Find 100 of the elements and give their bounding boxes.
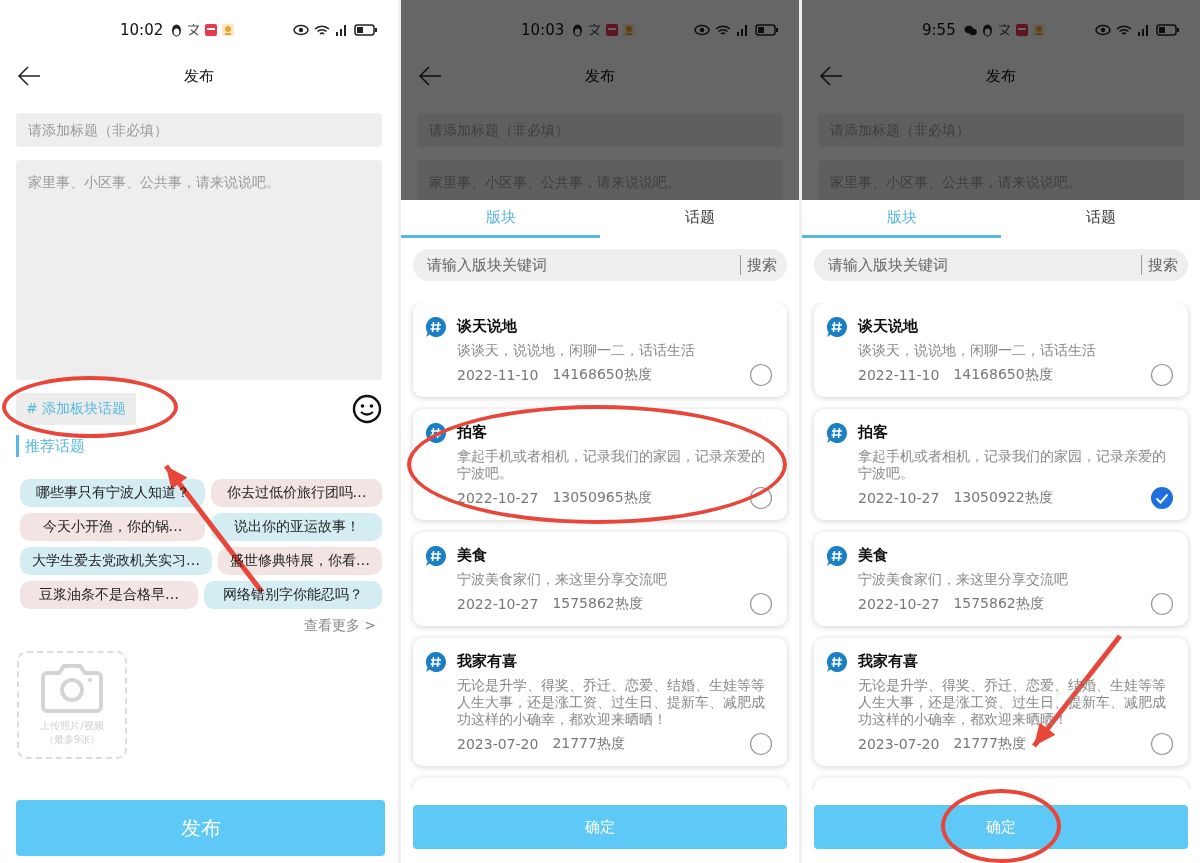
board-name: 我家有喜 [858,651,919,672]
board-date: 2022-11-10 [858,367,940,383]
hashtag-icon [826,545,848,567]
board-description: 谈谈天，说说地，闲聊一二，话话生活 [457,342,696,359]
hashtag-icon [425,651,447,673]
search-button[interactable]: 搜索 [1142,255,1188,275]
board-name: 拍客 [858,422,889,443]
topic-chip[interactable]: 豆浆油条不是合格早… [20,581,198,609]
board-heat: 21777热度 [953,735,1026,753]
mascot-app-icon [1032,24,1045,36]
hashtag-icon [826,422,848,444]
topic-chip[interactable]: 网络错别字你能忍吗？ [204,581,382,609]
board-date: 2023-07-20 [858,736,940,752]
signal-icon [736,24,750,36]
content-input-field[interactable]: 家里事、小区事、公共事，请来说说吧。 [16,160,382,380]
hashtag-icon [425,422,447,444]
hashtag-icon [826,316,848,338]
title-input-field[interactable]: 请添加标题（非必填） [16,113,382,147]
smiley-icon[interactable] [352,394,382,424]
board-heat: 1575862热度 [552,595,643,613]
status-time: 9:55 [922,21,956,39]
board-description: 宁波美食家们，来这里分享交流吧 [858,571,1069,588]
translate-icon [997,24,1011,36]
board-card[interactable]: 美食 宁波美食家们，来这里分享交流吧 2022-10-27 1575862热度 [413,532,787,626]
translate-icon [187,24,201,36]
board-name: 拍客 [457,422,488,443]
board-description: 宁波美食家们，来这里分享交流吧 [457,571,668,588]
board-card[interactable]: 拍客 拿起手机或者相机，记录我们的家园，记录亲爱的宁波吧。 2022-10-27 13050965热度 [413,409,787,520]
eye-icon [1095,24,1111,36]
board-description: 谈谈天，说说地，闲聊一二，话话生活 [858,342,1097,359]
penguin-icon [171,23,183,37]
board-name: 谈天说地 [858,316,919,337]
signal-icon [335,24,349,36]
status-time: 10:02 [120,21,164,39]
board-heat: 14168650热度 [552,366,652,384]
board-description: 无论是升学、得奖、乔迁、恋爱、结婚、生娃等等人生大事，还是涨工资、过生日、提新车、减肥成功这样的小确幸，都欢迎来晒晒！ [457,677,766,728]
radio-button[interactable] [749,592,773,616]
eye-icon [293,24,309,36]
app-icon [205,24,218,36]
radio-button[interactable] [1150,732,1174,756]
wifi-icon [314,23,330,37]
page-title: 发布 [184,66,214,86]
radio-checked-icon[interactable] [1150,486,1174,510]
search-field[interactable]: 请输入版块关键词 搜索 [814,249,1188,281]
board-date: 2023-07-20 [457,736,539,752]
penguin-icon [981,23,993,37]
topic-chip[interactable]: 你去过低价旅行团吗… [211,479,382,507]
radio-button[interactable] [749,363,773,387]
topic-chip[interactable]: 说出你的亚运故事！ [211,513,382,541]
eye-icon [694,24,710,36]
radio-button[interactable] [1150,592,1174,616]
board-heat: 13050965热度 [552,489,652,507]
back-arrow-icon[interactable] [17,66,41,86]
board-card[interactable]: 谈天说地 谈谈天，说说地，闲聊一二，话话生活 2022-11-10 14168650热度 [413,303,787,397]
app-icon [1015,24,1028,36]
board-card[interactable]: 美食 宁波美食家们，来这里分享交流吧 2022-10-27 1575862热度 [814,532,1188,626]
topic-chip[interactable]: 哪些事只有宁波人知道？ [20,479,205,507]
board-heat: 13050922热度 [953,489,1053,507]
board-heat: 1575862热度 [953,595,1044,613]
signal-icon [1137,24,1151,36]
penguin-icon [572,23,584,37]
board-name: 美食 [858,545,889,566]
section-title: 推荐话题 [16,435,382,457]
board-date: 2022-10-27 [457,490,539,506]
search-field[interactable]: 请输入版块关键词 搜索 [413,249,787,281]
mascot-app-icon [623,24,636,36]
search-button[interactable]: 搜索 [741,255,787,275]
hashtag-icon [826,651,848,673]
board-description: 拿起手机或者相机，记录我们的家园，记录亲爱的宁波吧。 [457,448,766,482]
board-name: 我家有喜 [457,651,518,672]
board-card[interactable]: 拍客 拿起手机或者相机，记录我们的家园，记录亲爱的宁波吧。 2022-10-27 13050922热度 [814,409,1188,520]
board-heat: 21777热度 [552,735,625,753]
view-more-link[interactable]: 查看更多 > [303,617,376,635]
app-icon [606,24,619,36]
radio-button[interactable] [749,732,773,756]
hashtag-icon [425,545,447,567]
camera-icon [41,663,103,713]
board-date: 2022-10-27 [457,596,539,612]
board-date: 2022-10-27 [858,490,940,506]
battery-icon [755,24,779,36]
wifi-icon [1116,23,1132,37]
board-description: 拿起手机或者相机，记录我们的家园，记录亲爱的宁波吧。 [858,448,1167,482]
board-card[interactable]: 谈天说地 谈谈天，说说地，闲聊一二，话话生活 2022-11-10 14168650热度 [814,303,1188,397]
chat-bubbles-icon [963,24,977,36]
radio-button[interactable] [749,486,773,510]
topic-chip[interactable]: 今天小开渔，你的锅… [20,513,205,541]
board-name: 谈天说地 [457,316,518,337]
page-title: 发布 [585,66,615,86]
mascot-app-icon [222,24,235,36]
board-card[interactable]: 我家有喜 无论是升学、得奖、乔迁、恋爱、结婚、生娃等等人生大事，还是涨工资、过生日、提新车、减肥成功这样的小确幸，都欢迎来晒晒！ 2023-07-20 21777热度 [413,638,787,766]
translate-icon [588,24,602,36]
board-date: 2022-11-10 [457,367,539,383]
page-title: 发布 [986,66,1016,86]
board-date: 2022-10-27 [858,596,940,612]
board-name: 美食 [457,545,488,566]
board-heat: 14168650热度 [953,366,1053,384]
hashtag-icon [425,316,447,338]
battery-icon [354,24,378,36]
radio-button[interactable] [1150,363,1174,387]
topic-chip[interactable]: 大学生爱去党政机关实习… [20,547,212,575]
